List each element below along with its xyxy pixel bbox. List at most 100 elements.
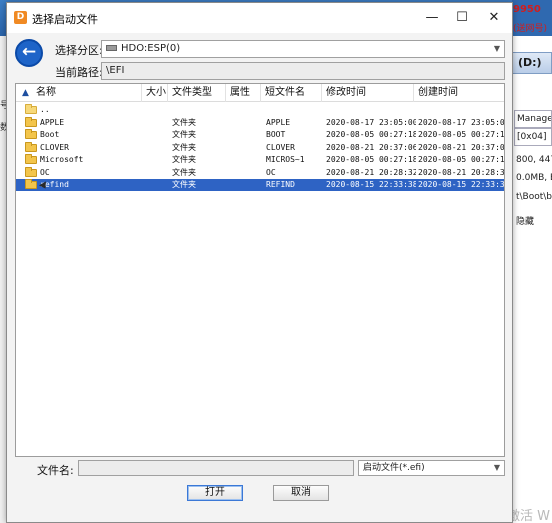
cell-modified [326, 104, 416, 116]
cell-created: 2020-08-21 20:28:33 [418, 167, 504, 177]
close-button[interactable]: ✕ [479, 8, 509, 28]
cell-created: 2020-08-17 23:05:00 [418, 117, 504, 127]
file-row[interactable]: OC 文件夹 OC 2020-08-21 20:28:32 2020-08-21 20:… [16, 166, 504, 179]
cell-size [146, 129, 166, 141]
open-button[interactable]: 打开 [187, 485, 243, 501]
cell-name: OC [40, 167, 50, 177]
file-row[interactable]: refind 文件夹 REFIND 2020-08-15 22:33:38 2020-0… [16, 179, 504, 191]
cell-size [146, 104, 166, 116]
file-row[interactable]: CLOVER 文件夹 CLOVER 2020-08-21 20:37:06 2020-0… [16, 141, 504, 154]
column-created[interactable]: 创建时间 [414, 84, 504, 102]
path-label: 当前路径: [55, 66, 103, 79]
maximize-button[interactable]: ☐ [447, 8, 477, 28]
app-logo-icon: D [14, 11, 27, 24]
cell-modified: 2020-08-05 00:27:18 [326, 155, 416, 164]
file-row[interactable]: APPLE 文件夹 APPLE 2020-08-17 23:05:00 2020-08-… [16, 116, 504, 129]
cell-type [172, 104, 226, 116]
folder-icon [25, 141, 37, 152]
folder-icon [25, 166, 37, 177]
cell-created: 2020-08-15 22:33:38 [418, 180, 504, 189]
file-row[interactable]: Boot 文件夹 BOOT 2020-08-05 00:27:18 2020-08-05… [16, 129, 504, 141]
drive-icon [106, 45, 117, 51]
cell-type: 文件夹 [172, 155, 196, 164]
cell-modified: 2020-08-17 23:05:00 [326, 117, 416, 127]
cell-short: OC [266, 167, 276, 177]
cell-short: MICROS~1 [266, 155, 305, 164]
chevron-down-icon: ▼ [493, 44, 500, 53]
cell-size [146, 142, 166, 154]
cell-name: APPLE [40, 117, 65, 127]
cell-short: REFIND [266, 180, 295, 189]
column-modified[interactable]: 修改时间 [322, 84, 414, 102]
filename-input[interactable] [78, 460, 354, 476]
cell-short: BOOT [266, 130, 286, 139]
drive-d-button[interactable]: (D:) [512, 52, 552, 74]
partition-label: 选择分区: [55, 44, 103, 57]
cell-name: CLOVER [40, 142, 69, 152]
background-text: 0.0MB, ESP [516, 173, 552, 183]
column-attr[interactable]: 属性 [226, 84, 261, 102]
file-list[interactable]: ▲ 名称 大小 文件类型 属性 短文件名 修改时间 创建时间 .. APPLE 文件… [15, 83, 505, 457]
select-boot-file-dialog: D 选择启动文件 — ☐ ✕ ← 选择分区: HDO:ESP(0) ▼ 当前路径… [6, 2, 513, 523]
filename-label: 文件名: [37, 464, 74, 477]
folder-icon [25, 129, 37, 139]
cell-attr [230, 117, 260, 129]
minimize-button[interactable]: — [417, 8, 447, 28]
cell-attr [230, 129, 260, 141]
cell-short [266, 104, 322, 116]
partition-value: HDO:ESP(0) [121, 43, 181, 54]
cell-type: 文件夹 [172, 180, 196, 189]
parent-folder-icon [25, 104, 37, 114]
cell-attr [230, 104, 260, 116]
cancel-button[interactable]: 取消 [273, 485, 329, 501]
background-text: t\Boot\b [516, 192, 552, 202]
background-field: [0x04] [514, 128, 552, 146]
file-list-header: ▲ 名称 大小 文件类型 属性 短文件名 修改时间 创建时间 [16, 84, 504, 102]
cell-name: .. [40, 105, 50, 114]
column-size[interactable]: 大小 [142, 84, 168, 102]
folder-icon [25, 154, 37, 164]
file-row[interactable]: Microsoft 文件夹 MICROS~1 2020-08-05 00:27:18 2… [16, 154, 504, 166]
cell-type: 文件夹 [172, 117, 196, 127]
cell-created: 2020-08-21 20:37:06 [418, 142, 504, 152]
cell-created [418, 104, 504, 116]
back-button[interactable]: ← [15, 39, 43, 67]
cell-attr [230, 154, 260, 166]
cell-created: 2020-08-05 00:27:16 [418, 155, 504, 164]
background-promo-subtext: (送网号) [513, 24, 548, 34]
activation-watermark: 激活 W [507, 509, 550, 523]
cell-attr [230, 179, 260, 191]
cell-type: 文件夹 [172, 167, 196, 177]
cell-modified: 2020-08-15 22:33:38 [326, 180, 416, 189]
cell-size [146, 117, 166, 129]
sort-icon[interactable]: ▲ [22, 88, 30, 98]
filetype-select[interactable]: 启动文件(*.efi) ▼ [358, 460, 505, 476]
back-arrow-icon: ← [21, 42, 37, 62]
cell-name: Boot [40, 130, 60, 139]
cell-size [146, 179, 166, 191]
dialog-title: 选择启动文件 [32, 13, 98, 26]
background-promo-text: 9950 [513, 4, 541, 15]
file-row[interactable]: .. [16, 104, 504, 116]
cell-modified: 2020-08-21 20:37:06 [326, 142, 416, 152]
folder-icon [25, 179, 37, 189]
cell-size [146, 167, 166, 179]
current-path-field[interactable]: \EFI [101, 62, 505, 80]
column-name[interactable]: 名称 [32, 84, 142, 102]
cell-modified: 2020-08-05 00:27:18 [326, 130, 416, 139]
cell-size [146, 154, 166, 166]
partition-select[interactable]: HDO:ESP(0) ▼ [101, 40, 505, 58]
background-text: 隐藏 [516, 217, 535, 227]
cell-short: APPLE [266, 117, 291, 127]
dialog-titlebar[interactable]: D 选择启动文件 — ☐ ✕ [7, 3, 512, 33]
cell-short: CLOVER [266, 142, 295, 152]
folder-icon [25, 116, 37, 127]
cell-modified: 2020-08-21 20:28:32 [326, 167, 416, 177]
cell-name: refind [40, 180, 69, 189]
column-short-name[interactable]: 短文件名 [261, 84, 322, 102]
cell-name: Microsoft [40, 155, 84, 164]
background-text: 800, 447 [516, 155, 552, 165]
chevron-down-icon: ▼ [493, 463, 500, 472]
column-type[interactable]: 文件类型 [168, 84, 226, 102]
cell-type: 文件夹 [172, 130, 196, 139]
